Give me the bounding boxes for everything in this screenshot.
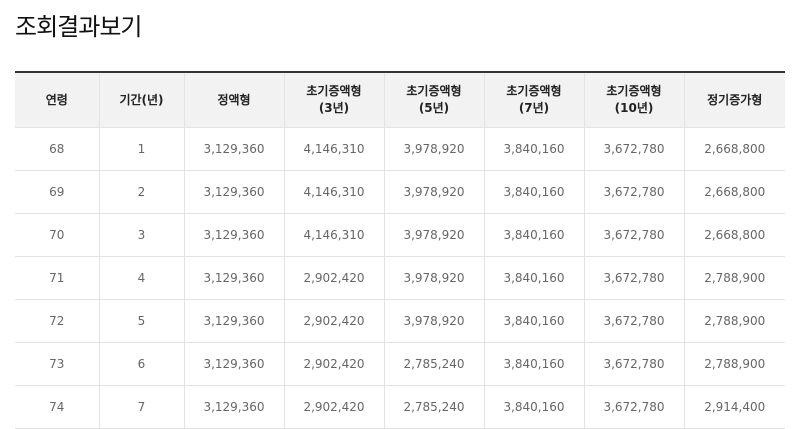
table-cell: 7 [98, 385, 184, 429]
column-header-label: 정기증가형 [707, 92, 763, 107]
table-row: 73 6 3,129,360 2,902,420 2,785,240 3,840,160 3… [15, 342, 785, 386]
table-cell: 4,146,310 [283, 213, 384, 257]
table-cell: 72 [15, 299, 99, 343]
table-cell: 3,840,160 [483, 385, 584, 429]
table-cell: 3,978,920 [383, 127, 484, 171]
column-header-sublabel: (7년) [518, 101, 550, 115]
column-header-label: 초기증액형 [306, 84, 362, 98]
table-row: 70 3 3,129,360 4,146,310 3,978,920 3,840,160 3… [15, 213, 785, 257]
table-cell: 68 [15, 127, 99, 171]
column-header: 연령 [15, 72, 99, 128]
table-cell: 3,978,920 [383, 299, 484, 343]
table-cell: 3,129,360 [183, 299, 284, 343]
table-cell: 3,978,920 [383, 256, 484, 300]
table-cell: 2,902,420 [283, 256, 384, 300]
table-body: 68 1 3,129,360 4,146,310 3,978,920 3,840,160 3… [15, 127, 785, 429]
column-header: 기간(년) [98, 72, 184, 128]
table-cell: 3,129,360 [183, 256, 284, 300]
table-cell: 3,129,360 [183, 342, 284, 386]
column-header-label: 정액형 [217, 92, 251, 107]
table-cell: 74 [15, 385, 99, 429]
table-cell: 69 [15, 170, 99, 214]
column-header: 초기증액형 (7년) [483, 72, 584, 128]
table-cell: 3,978,920 [383, 170, 484, 214]
table-cell: 3 [98, 213, 184, 257]
table-cell: 73 [15, 342, 99, 386]
column-header: 초기증액형 (10년) [583, 72, 684, 128]
table-cell: 2,668,800 [683, 170, 785, 214]
table-cell: 3,672,780 [583, 170, 684, 214]
table-row: 68 1 3,129,360 4,146,310 3,978,920 3,840,160 3… [15, 127, 785, 171]
page-title: 조회결과보기 [15, 13, 142, 41]
table-cell: 5 [98, 299, 184, 343]
table-cell: 2,785,240 [383, 342, 484, 386]
column-header-sublabel: (10년) [614, 101, 654, 115]
table-cell: 2,902,420 [283, 342, 384, 386]
table-row: 74 7 3,129,360 2,902,420 2,785,240 3,840,160 3… [15, 385, 785, 429]
table-cell: 2,788,900 [683, 342, 785, 386]
column-header-label: 초기증액형 [406, 84, 462, 98]
table-cell: 3,840,160 [483, 127, 584, 171]
column-header: 초기증액형 (5년) [383, 72, 484, 128]
table-cell: 3,978,920 [383, 213, 484, 257]
column-header-label: 초기증액형 [606, 84, 662, 98]
table-cell: 3,840,160 [483, 299, 584, 343]
table-cell: 2,785,240 [383, 385, 484, 429]
column-header: 정기증가형 [683, 72, 785, 128]
table-row: 69 2 3,129,360 4,146,310 3,978,920 3,840,160 3… [15, 170, 785, 214]
table-cell: 3,672,780 [583, 213, 684, 257]
table-cell: 4,146,310 [283, 170, 384, 214]
table-row: 72 5 3,129,360 2,902,420 3,978,920 3,840,160 3… [15, 299, 785, 343]
table-cell: 70 [15, 213, 99, 257]
column-header: 정액형 [183, 72, 284, 128]
table-cell: 3,129,360 [183, 385, 284, 429]
table-cell: 1 [98, 127, 184, 171]
table-cell: 3,672,780 [583, 127, 684, 171]
column-header-label: 기간(년) [119, 92, 164, 107]
results-table-container: 연령 기간(년) 정액형 초기증액형 (3년) 초기증액형 (5년) 초기증액형 (7년) 초기증… [15, 71, 785, 429]
table-cell: 3,672,780 [583, 299, 684, 343]
column-header: 초기증액형 (3년) [283, 72, 384, 128]
table-row: 71 4 3,129,360 2,902,420 3,978,920 3,840,160 3… [15, 256, 785, 300]
column-header-label: 연령 [45, 92, 68, 107]
table-cell: 4,146,310 [283, 127, 384, 171]
column-header-sublabel: (3년) [318, 101, 350, 115]
table-cell: 3,672,780 [583, 342, 684, 386]
table-cell: 3,129,360 [183, 170, 284, 214]
table-cell: 2,668,800 [683, 127, 785, 171]
table-cell: 3,840,160 [483, 342, 584, 386]
table-cell: 3,840,160 [483, 170, 584, 214]
table-cell: 71 [15, 256, 99, 300]
table-cell: 2,788,900 [683, 299, 785, 343]
table-header-row: 연령 기간(년) 정액형 초기증액형 (3년) 초기증액형 (5년) 초기증액형 (7년) 초기증… [15, 72, 785, 128]
table-cell: 6 [98, 342, 184, 386]
table-cell: 2,914,400 [683, 385, 785, 429]
results-table: 연령 기간(년) 정액형 초기증액형 (3년) 초기증액형 (5년) 초기증액형 (7년) 초기증… [15, 71, 785, 429]
table-cell: 3,840,160 [483, 256, 584, 300]
column-header-label: 초기증액형 [506, 84, 562, 98]
column-header-sublabel: (5년) [418, 101, 450, 115]
table-cell: 2,902,420 [283, 299, 384, 343]
table-cell: 3,840,160 [483, 213, 584, 257]
table-cell: 2,668,800 [683, 213, 785, 257]
table-cell: 3,129,360 [183, 127, 284, 171]
table-cell: 3,672,780 [583, 256, 684, 300]
table-cell: 2 [98, 170, 184, 214]
table-cell: 2,902,420 [283, 385, 384, 429]
table-cell: 2,788,900 [683, 256, 785, 300]
table-cell: 3,672,780 [583, 385, 684, 429]
table-cell: 4 [98, 256, 184, 300]
table-cell: 3,129,360 [183, 213, 284, 257]
